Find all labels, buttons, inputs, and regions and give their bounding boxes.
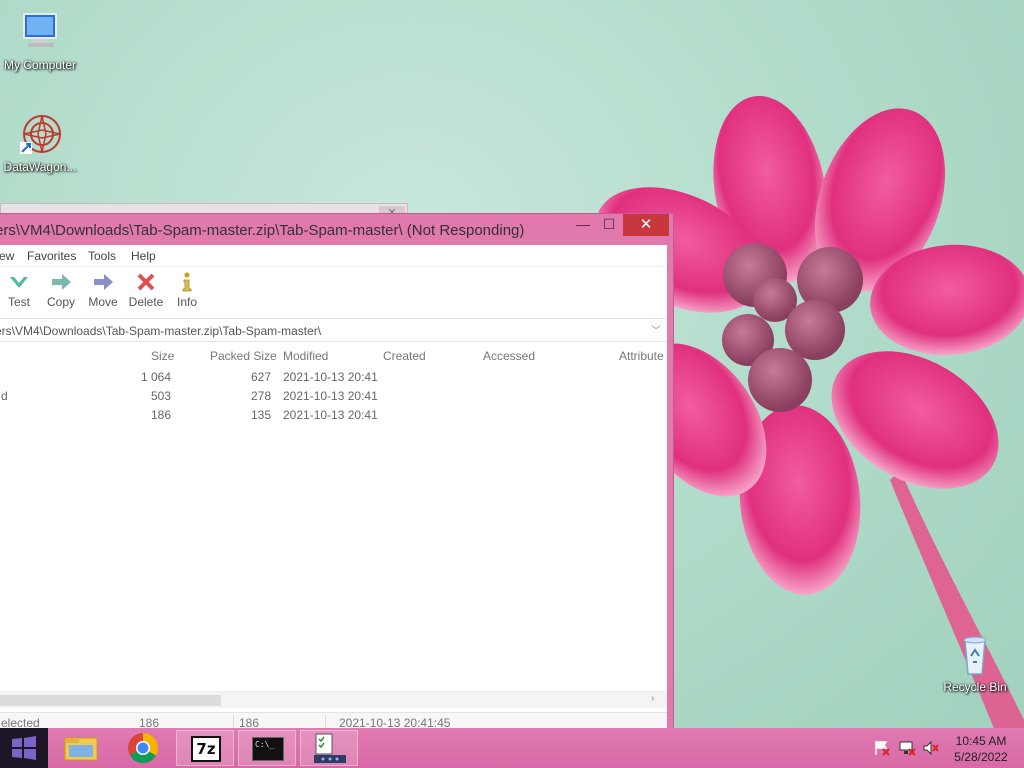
desktop-icon-label: Recycle Bin xyxy=(943,680,1007,694)
address-bar[interactable]: ers\VM4\Downloads\Tab-Spam-master.zip\Ta… xyxy=(0,320,667,342)
cell-packed-size: 278 xyxy=(250,389,271,403)
action-center-flag-icon[interactable] xyxy=(873,740,891,756)
chrome-icon xyxy=(128,733,159,764)
menu-help[interactable]: Help xyxy=(131,249,156,263)
list-header: Size Packed Size Modified Created Access… xyxy=(0,343,667,367)
table-row[interactable]: d 503 278 2021-10-13 20:41 xyxy=(0,387,667,406)
horizontal-scrollbar[interactable]: › xyxy=(0,691,667,708)
cell-packed-size: 135 xyxy=(250,408,271,422)
column-packed-size[interactable]: Packed Size xyxy=(210,349,277,363)
info-icon xyxy=(182,272,192,292)
move-label: Move xyxy=(88,295,118,309)
column-size[interactable]: Size xyxy=(151,349,174,363)
column-accessed[interactable]: Accessed xyxy=(483,349,535,363)
taskbar: 7z C:\_ 10:45 AM 5/28/2022 xyxy=(0,728,1024,768)
maximize-button[interactable]: ☐ xyxy=(595,214,623,236)
desktop-icon-datawagon[interactable]: DataWagon... xyxy=(0,110,80,174)
system-clock[interactable]: 10:45 AM 5/28/2022 xyxy=(946,733,1016,765)
recycle-bin-icon xyxy=(963,636,987,675)
address-path: ers\VM4\Downloads\Tab-Spam-master.zip\Ta… xyxy=(0,324,322,338)
file-explorer-icon xyxy=(64,737,98,761)
clock-date: 5/28/2022 xyxy=(954,750,1008,764)
move-button[interactable]: Move xyxy=(81,271,125,309)
info-button[interactable]: Info xyxy=(165,271,209,309)
cell-name: d xyxy=(1,389,8,403)
clock-time: 10:45 AM xyxy=(955,734,1007,748)
delete-x-icon xyxy=(137,273,155,291)
menu-bar: ew Favorites Tools Help xyxy=(0,245,667,267)
table-row[interactable]: 1 064 627 2021-10-13 20:41 xyxy=(0,368,667,387)
chevron-down-icon[interactable]: ﹀ xyxy=(651,322,661,337)
window-client-area: ew Favorites Tools Help Test Copy Move D… xyxy=(0,245,667,733)
title-bar[interactable]: ers\VM4\Downloads\Tab-Spam-master.zip\Ta… xyxy=(0,214,673,245)
close-button[interactable]: ✕ xyxy=(623,214,669,236)
scrollbar-thumb[interactable] xyxy=(0,695,221,706)
menu-view[interactable]: ew xyxy=(0,249,14,263)
cell-packed-size: 627 xyxy=(250,370,271,384)
column-modified[interactable]: Modified xyxy=(283,349,328,363)
taskbar-file-explorer[interactable] xyxy=(52,730,110,766)
test-button[interactable]: Test xyxy=(0,271,41,309)
datawagon-icon xyxy=(20,115,61,154)
table-row[interactable]: 186 135 2021-10-13 20:41 xyxy=(0,406,667,425)
delete-button[interactable]: Delete xyxy=(124,271,168,309)
info-label: Info xyxy=(176,295,197,309)
taskbar-chrome[interactable] xyxy=(114,730,172,766)
desktop-icon-my-computer[interactable]: My Computer xyxy=(0,8,80,72)
my-computer-icon xyxy=(23,13,57,47)
taskbar-task-app[interactable] xyxy=(300,730,358,766)
copy-button[interactable]: Copy xyxy=(39,271,83,309)
cell-modified: 2021-10-13 20:41 xyxy=(283,370,378,384)
desktop-icon-recycle-bin[interactable]: Recycle Bin xyxy=(935,630,1015,694)
volume-muted-icon[interactable] xyxy=(922,740,940,756)
desktop-icon-label: DataWagon... xyxy=(3,160,77,174)
test-label: Test xyxy=(7,295,30,309)
seven-zip-window[interactable]: ers\VM4\Downloads\Tab-Spam-master.zip\Ta… xyxy=(0,213,674,736)
cell-modified: 2021-10-13 20:41 xyxy=(283,408,378,422)
column-created[interactable]: Created xyxy=(383,349,426,363)
menu-favorites[interactable]: Favorites xyxy=(27,249,76,263)
cell-size: 1 064 xyxy=(140,370,171,384)
toolbar: Test Copy Move Delete Info xyxy=(0,267,667,319)
window-title: ers\VM4\Downloads\Tab-Spam-master.zip\Ta… xyxy=(0,222,525,239)
delete-label: Delete xyxy=(128,295,164,309)
scroll-right-arrow-icon[interactable]: › xyxy=(651,693,654,704)
seven-zip-icon: 7z xyxy=(191,736,221,762)
copy-label: Copy xyxy=(46,295,75,309)
minimize-button[interactable]: — xyxy=(569,214,597,236)
network-icon[interactable] xyxy=(898,740,916,756)
column-attributes[interactable]: Attribute xyxy=(619,349,664,363)
desktop-icon-label: My Computer xyxy=(3,58,77,72)
windows-logo-icon xyxy=(12,736,36,760)
cell-size: 186 xyxy=(150,408,171,422)
command-prompt-icon: C:\_ xyxy=(252,737,284,761)
cell-size: 503 xyxy=(150,389,171,403)
task-checklist-icon xyxy=(314,733,346,763)
move-arrow-icon xyxy=(94,274,113,290)
test-checkmark-icon xyxy=(10,277,28,288)
taskbar-command-prompt[interactable]: C:\_ xyxy=(238,730,296,766)
cell-modified: 2021-10-13 20:41 xyxy=(283,389,378,403)
copy-arrow-icon xyxy=(52,274,71,290)
menu-tools[interactable]: Tools xyxy=(88,249,116,263)
taskbar-7zip[interactable]: 7z xyxy=(176,730,234,766)
start-button[interactable] xyxy=(0,728,48,768)
